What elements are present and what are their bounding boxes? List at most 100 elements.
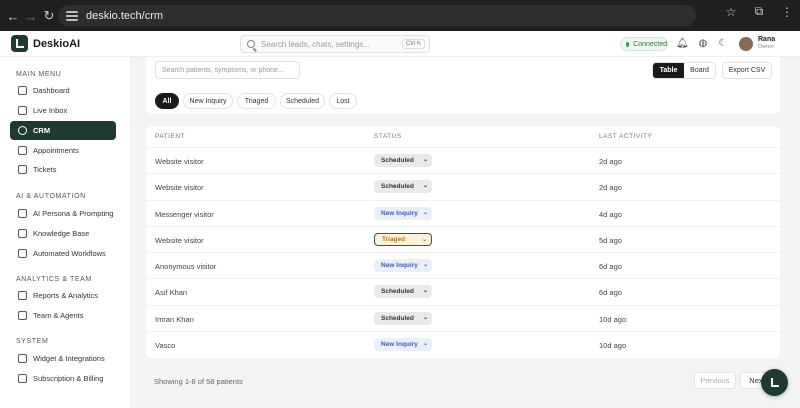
kebab-menu-icon[interactable]: ⋮	[780, 5, 794, 19]
extensions-icon[interactable]: ⧉	[752, 4, 766, 19]
previous-page-button[interactable]: Previous	[694, 372, 736, 389]
filter-tab-all[interactable]: All	[155, 93, 179, 109]
status-value: New Inquiry	[381, 341, 418, 348]
sidebar-item-ai-persona[interactable]: AI Persona & Prompting	[10, 204, 116, 223]
sidebar-section-title: AI & AUTOMATION	[16, 193, 86, 200]
moon-icon[interactable]: ☾	[717, 38, 729, 49]
column-header-last-activity: LAST ACTIVITY	[599, 133, 653, 140]
patient-name: Imran Khan	[155, 315, 194, 324]
last-activity: 6d ago	[599, 262, 622, 271]
sidebar-item-label: Appointments	[33, 146, 79, 155]
column-header-patient: PATIENT	[155, 133, 185, 140]
chevron-down-icon: ⌄	[422, 341, 428, 347]
sidebar-item-label: Subscription & Billing	[33, 374, 104, 383]
chevron-down-icon: ⌄	[422, 262, 428, 268]
table-row[interactable]: Website visitor Scheduled ⌄ 2d ago	[146, 147, 780, 173]
sidebar-item-dashboard[interactable]: Dashboard	[10, 81, 116, 100]
users-icon	[18, 126, 27, 135]
sidebar-item-tickets[interactable]: Tickets	[10, 160, 116, 179]
search-icon	[247, 40, 255, 48]
user-name: Rana	[758, 36, 776, 43]
patient-name: Asif Khan	[155, 288, 188, 297]
table-row[interactable]: Messenger visitor New Inquiry ⌄ 4d ago	[146, 200, 780, 226]
status-select[interactable]: Triaged ⌄	[374, 233, 432, 246]
chevron-down-icon: ⌄	[421, 237, 427, 243]
workflow-icon	[18, 249, 27, 258]
sidebar-item-live-inbox[interactable]: Live Inbox	[10, 101, 116, 120]
status-select[interactable]: Scheduled ⌄	[374, 180, 432, 193]
patient-name: Messenger visitor	[155, 210, 214, 219]
globe-icon[interactable]: ◍	[697, 38, 709, 49]
site-settings-icon[interactable]	[66, 10, 78, 21]
status-select[interactable]: New Inquiry ⌄	[374, 338, 432, 351]
user-role: Owner	[758, 44, 775, 50]
sidebar-item-team[interactable]: Team & Agents	[10, 306, 116, 325]
sidebar: MAIN MENU Dashboard Live Inbox CRM Appoi…	[0, 57, 131, 408]
sidebar-section-title: MAIN MENU	[16, 71, 62, 78]
avatar[interactable]	[739, 37, 753, 51]
filter-tab-new-inquiry[interactable]: New Inquiry	[183, 93, 233, 109]
sidebar-item-automated-workflows[interactable]: Automated Workflows	[10, 244, 116, 263]
sidebar-item-label: Automated Workflows	[33, 249, 106, 258]
status-value: Scheduled	[381, 157, 414, 164]
patient-search-input[interactable]: Search patients, symptoms, or phone...	[155, 61, 300, 79]
board-view-button[interactable]: Board	[684, 63, 715, 78]
status-value: New Inquiry	[381, 210, 418, 217]
table-row[interactable]: Website visitor Scheduled ⌄ 2d ago	[146, 173, 780, 199]
sidebar-item-knowledge-base[interactable]: Knowledge Base	[10, 224, 116, 243]
browser-toolbar: ← → ↻ deskio.tech/crm ☆ ⧉ ⋮	[0, 0, 800, 31]
patient-name: Website visitor	[155, 157, 204, 166]
chevron-down-icon: ⌄	[422, 210, 428, 216]
last-activity: 5d ago	[599, 236, 622, 245]
table-view-button[interactable]: Table	[653, 63, 684, 78]
sidebar-item-label: Reports & Analytics	[33, 291, 99, 300]
sidebar-item-crm[interactable]: CRM	[10, 121, 116, 140]
sidebar-item-widget-integrations[interactable]: Widget & Integrations	[10, 349, 116, 368]
export-csv-button[interactable]: Export CSV	[722, 62, 772, 79]
global-search-input[interactable]: Search leads, chats, settings... Ctrl K	[240, 35, 430, 53]
status-select[interactable]: New Inquiry ⌄	[374, 259, 432, 272]
table-row[interactable]: Asif Khan Scheduled ⌄ 6d ago	[146, 278, 780, 304]
status-select[interactable]: Scheduled ⌄	[374, 285, 432, 298]
logo-icon	[11, 35, 28, 52]
status-select[interactable]: New Inquiry ⌄	[374, 207, 432, 220]
table-row[interactable]: Anonymous visitor New Inquiry ⌄ 6d ago	[146, 252, 780, 278]
sidebar-item-label: Live Inbox	[33, 106, 68, 115]
status-value: Scheduled	[381, 315, 414, 322]
reload-icon[interactable]: ↻	[38, 5, 60, 27]
bell-icon[interactable]: 🔔︎	[676, 38, 689, 49]
address-bar[interactable]: deskio.tech/crm	[58, 5, 696, 26]
star-icon[interactable]: ☆	[724, 5, 738, 19]
sidebar-item-reports[interactable]: Reports & Analytics	[10, 286, 116, 305]
monitor-icon	[18, 354, 27, 363]
table-row[interactable]: Imran Khan Scheduled ⌄ 10d ago	[146, 305, 780, 331]
chevron-down-icon: ⌄	[422, 183, 428, 189]
sidebar-section-title: ANALYTICS & TEAM	[16, 276, 92, 283]
patient-name: Website visitor	[155, 183, 204, 192]
sidebar-item-subscription-billing[interactable]: Subscription & Billing	[10, 369, 116, 388]
patient-name: Vasco	[155, 341, 176, 350]
status-value: Scheduled	[381, 288, 414, 295]
filter-tab-scheduled[interactable]: Scheduled	[280, 93, 325, 109]
table-row[interactable]: Website visitor Triaged ⌄ 5d ago	[146, 226, 780, 252]
app-header: DeskioAI Search leads, chats, settings..…	[0, 31, 800, 57]
chat-launcher-button[interactable]	[761, 369, 788, 396]
status-select[interactable]: Scheduled ⌄	[374, 154, 432, 167]
last-activity: 10d ago	[599, 315, 627, 324]
chevron-down-icon: ⌄	[422, 315, 428, 321]
card-icon	[18, 374, 27, 383]
connection-status-label: Connected	[633, 40, 667, 48]
sidebar-item-label: Tickets	[33, 165, 57, 174]
team-icon	[18, 311, 27, 320]
sidebar-item-label: Widget & Integrations	[33, 354, 105, 363]
sidebar-item-label: Team & Agents	[33, 311, 84, 320]
filter-tab-lost[interactable]: Lost	[329, 93, 357, 109]
chevron-down-icon: ⌄	[422, 157, 428, 163]
sidebar-item-appointments[interactable]: Appointments	[10, 141, 116, 160]
status-select[interactable]: Scheduled ⌄	[374, 312, 432, 325]
table-row[interactable]: Vasco New Inquiry ⌄ 10d ago	[146, 331, 780, 357]
ticket-icon	[18, 165, 27, 174]
grid-icon	[18, 86, 27, 95]
last-activity: 10d ago	[599, 341, 627, 350]
filter-tab-triaged[interactable]: Triaged	[237, 93, 276, 109]
